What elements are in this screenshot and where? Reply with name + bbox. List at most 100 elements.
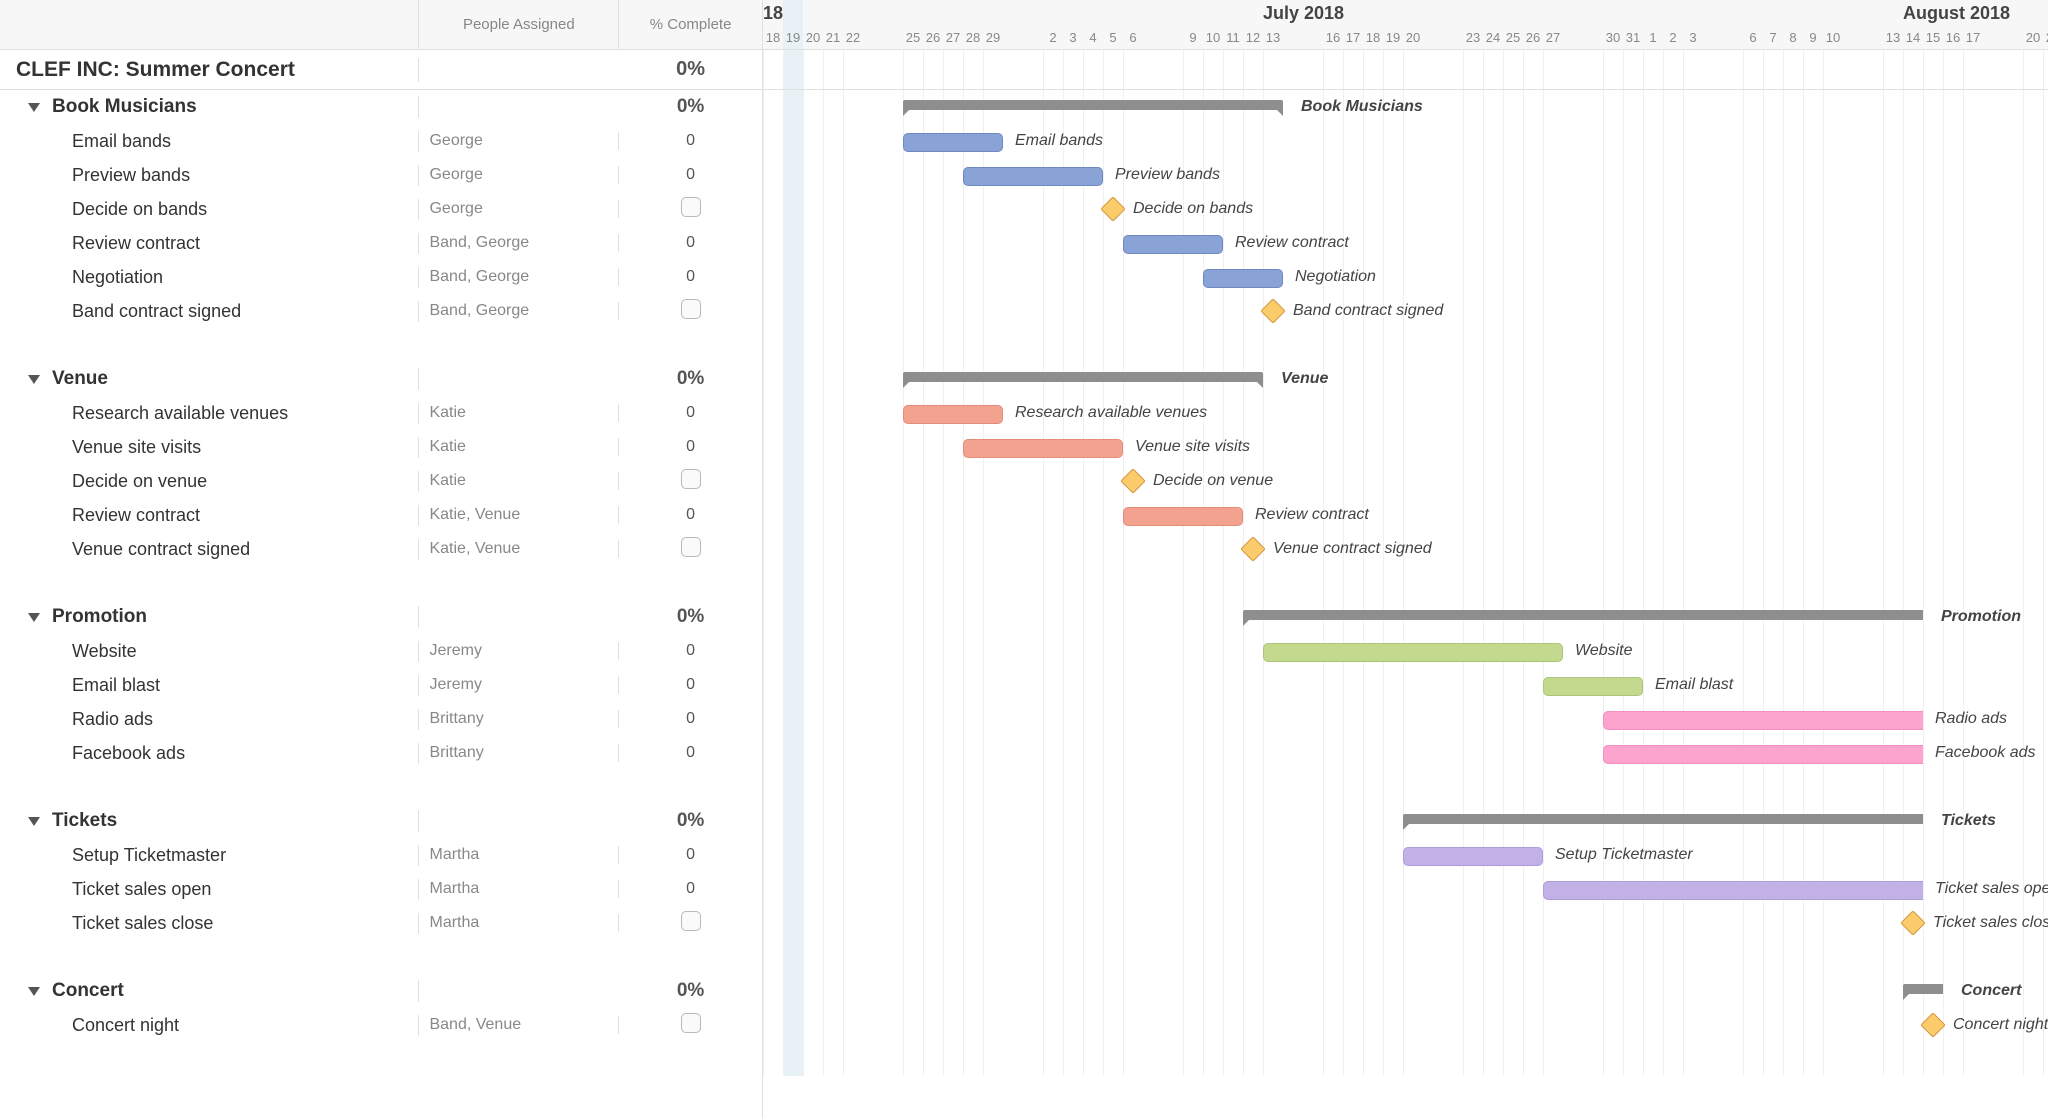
table-row[interactable]: Venue site visits Katie 0: [0, 430, 762, 464]
table-row[interactable]: Ticket sales close Martha: [0, 906, 762, 940]
disclosure-triangle-icon[interactable]: [28, 375, 40, 384]
table-row[interactable]: Band contract signed Band, George: [0, 294, 762, 328]
task-name[interactable]: Venue site visits: [72, 437, 201, 458]
complete-checkbox[interactable]: [681, 1013, 701, 1033]
project-title[interactable]: CLEF INC: Summer Concert: [16, 58, 295, 82]
gantt-area[interactable]: Book MusiciansEmail bandsPreview bandsDe…: [763, 50, 2048, 1076]
group-bar[interactable]: [903, 372, 1263, 382]
task-bar[interactable]: [1543, 677, 1643, 696]
complete-checkbox[interactable]: [681, 197, 701, 217]
task-bar[interactable]: [1603, 711, 1923, 730]
task-name[interactable]: Ticket sales close: [72, 913, 213, 934]
table-row[interactable]: Review contract Katie, Venue 0: [0, 498, 762, 532]
task-bar[interactable]: [1123, 507, 1243, 526]
task-name[interactable]: Website: [72, 641, 137, 662]
complete-checkbox[interactable]: [681, 537, 701, 557]
task-bar[interactable]: [1123, 235, 1223, 254]
table-row[interactable]: CLEF INC: Summer Concert 0%: [0, 50, 762, 90]
group-name[interactable]: Venue: [52, 368, 108, 390]
table-row[interactable]: Negotiation Band, George 0: [0, 260, 762, 294]
task-bar[interactable]: [1263, 643, 1563, 662]
milestone-icon[interactable]: [1100, 196, 1125, 221]
col-complete-header[interactable]: % Complete: [619, 0, 762, 49]
task-name[interactable]: Decide on venue: [72, 471, 207, 492]
group-name[interactable]: Tickets: [52, 810, 117, 832]
table-row[interactable]: Research available venues Katie 0: [0, 396, 762, 430]
task-name[interactable]: Venue contract signed: [72, 539, 250, 560]
timeline-header: 1819202122252627282923456910111213161718…: [763, 0, 2048, 50]
group-bar[interactable]: [1243, 610, 1923, 620]
task-name[interactable]: Concert night: [72, 1015, 179, 1036]
task-people: George: [429, 132, 482, 149]
col-people-header[interactable]: People Assigned: [419, 0, 619, 49]
task-name[interactable]: Negotiation: [72, 267, 163, 288]
milestone-icon[interactable]: [1120, 468, 1145, 493]
group-bar[interactable]: [1403, 814, 1923, 824]
task-bar[interactable]: [1403, 847, 1543, 866]
table-row[interactable]: Preview bands George 0: [0, 158, 762, 192]
task-bar[interactable]: [1603, 745, 1923, 764]
task-name[interactable]: Band contract signed: [72, 301, 241, 322]
table-row[interactable]: Concert 0%: [0, 974, 762, 1008]
task-name[interactable]: Radio ads: [72, 709, 153, 730]
milestone-icon[interactable]: [1900, 910, 1925, 935]
table-row[interactable]: Venue 0%: [0, 362, 762, 396]
milestone-icon[interactable]: [1260, 298, 1285, 323]
table-row[interactable]: Concert night Band, Venue: [0, 1008, 762, 1042]
task-bar[interactable]: [1203, 269, 1283, 288]
day-label: 13: [1263, 30, 1283, 45]
task-bar[interactable]: [1543, 881, 1923, 900]
group-bar[interactable]: [1903, 984, 1943, 994]
task-bar[interactable]: [903, 405, 1003, 424]
complete-checkbox[interactable]: [681, 299, 701, 319]
task-bar-label: Research available venues: [1015, 404, 1207, 422]
table-row[interactable]: Tickets 0%: [0, 804, 762, 838]
disclosure-triangle-icon[interactable]: [28, 987, 40, 996]
table-row[interactable]: Book Musicians 0%: [0, 90, 762, 124]
group-name[interactable]: Promotion: [52, 606, 147, 628]
task-people: Band, George: [429, 302, 529, 319]
table-row[interactable]: Email blast Jeremy 0: [0, 668, 762, 702]
task-name[interactable]: Preview bands: [72, 165, 190, 186]
complete-checkbox[interactable]: [681, 911, 701, 931]
table-row[interactable]: Website Jeremy 0: [0, 634, 762, 668]
table-row[interactable]: Facebook ads Brittany 0: [0, 736, 762, 770]
task-name[interactable]: Email bands: [72, 131, 171, 152]
disclosure-triangle-icon[interactable]: [28, 613, 40, 622]
disclosure-triangle-icon[interactable]: [28, 817, 40, 826]
disclosure-triangle-icon[interactable]: [28, 103, 40, 112]
task-bar-label: Email bands: [1015, 132, 1103, 150]
table-row[interactable]: Promotion 0%: [0, 600, 762, 634]
table-row[interactable]: Ticket sales open Martha 0: [0, 872, 762, 906]
milestone-icon[interactable]: [1920, 1012, 1945, 1037]
table-row[interactable]: Radio ads Brittany 0: [0, 702, 762, 736]
day-label: 28: [963, 30, 983, 45]
task-name[interactable]: Decide on bands: [72, 199, 207, 220]
task-name[interactable]: Research available venues: [72, 403, 288, 424]
group-name[interactable]: Concert: [52, 980, 124, 1002]
complete-checkbox[interactable]: [681, 469, 701, 489]
group-bar[interactable]: [903, 100, 1283, 110]
table-row[interactable]: Decide on venue Katie: [0, 464, 762, 498]
spacer-row: [0, 328, 762, 362]
milestone-icon[interactable]: [1240, 536, 1265, 561]
table-row[interactable]: Review contract Band, George 0: [0, 226, 762, 260]
task-name[interactable]: Setup Ticketmaster: [72, 845, 226, 866]
task-bar[interactable]: [963, 167, 1103, 186]
task-bar[interactable]: [963, 439, 1123, 458]
group-name[interactable]: Book Musicians: [52, 96, 197, 118]
task-name[interactable]: Facebook ads: [72, 743, 185, 764]
task-name[interactable]: Review contract: [72, 505, 200, 526]
table-row[interactable]: Setup Ticketmaster Martha 0: [0, 838, 762, 872]
task-name[interactable]: Ticket sales open: [72, 879, 211, 900]
table-row[interactable]: Decide on bands George: [0, 192, 762, 226]
task-name[interactable]: Email blast: [72, 675, 160, 696]
task-name[interactable]: Review contract: [72, 233, 200, 254]
task-bar-label: Negotiation: [1295, 268, 1376, 286]
table-row[interactable]: Email bands George 0: [0, 124, 762, 158]
task-bar[interactable]: [903, 133, 1003, 152]
day-label: 11: [1223, 30, 1243, 45]
right-pane[interactable]: 1819202122252627282923456910111213161718…: [763, 0, 2048, 1119]
task-complete: 0: [686, 710, 695, 727]
table-row[interactable]: Venue contract signed Katie, Venue: [0, 532, 762, 566]
